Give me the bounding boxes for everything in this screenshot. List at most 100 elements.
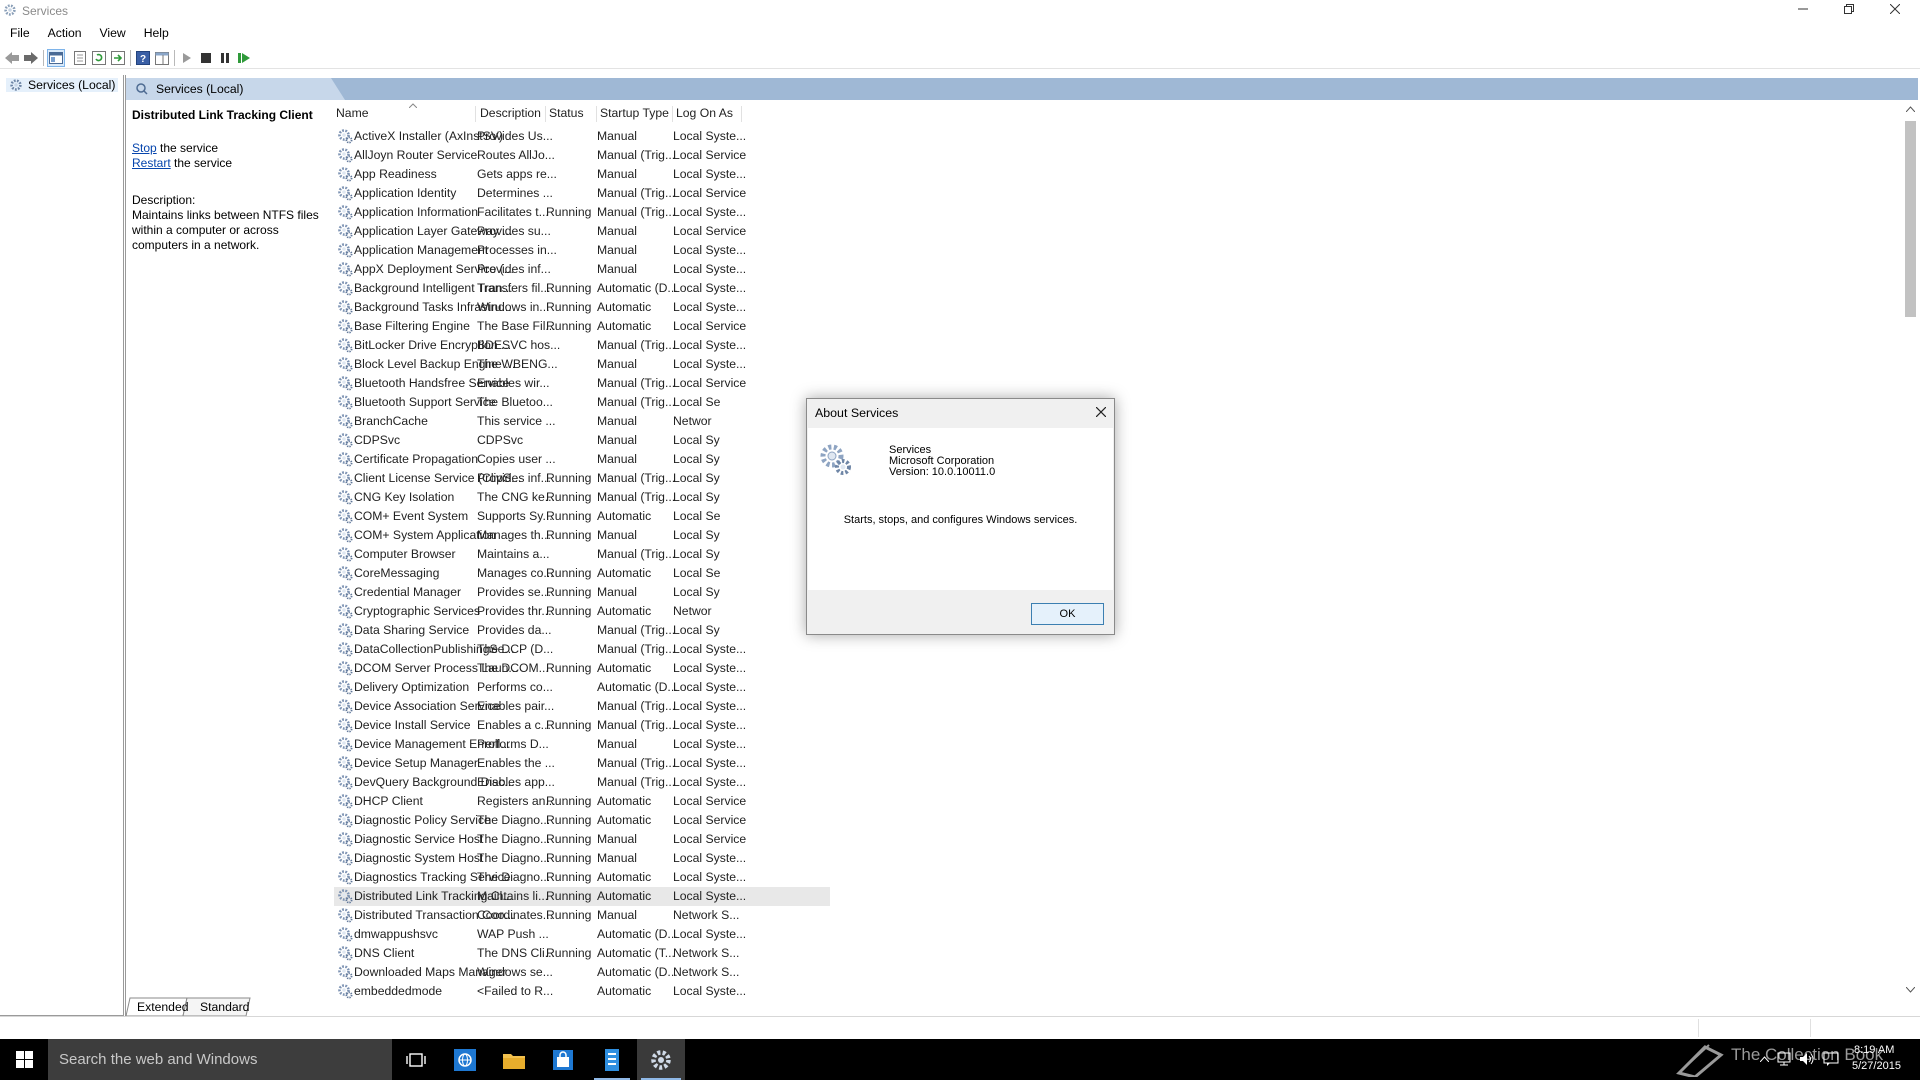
close-button[interactable] bbox=[1872, 0, 1918, 18]
cell-desc: Provides se... bbox=[477, 585, 551, 599]
action-center-icon[interactable] bbox=[1823, 1052, 1839, 1066]
table-row[interactable]: AllJoyn Router Service Routes AllJo... Man… bbox=[333, 146, 1893, 165]
ok-button[interactable]: OK bbox=[1031, 603, 1104, 625]
service-gear-icon bbox=[338, 528, 353, 543]
table-row[interactable]: Application Management Processes in... Man… bbox=[333, 241, 1893, 260]
table-row[interactable]: Distributed Transaction Coo... Coordinate… bbox=[333, 906, 1893, 925]
properties-button[interactable] bbox=[71, 49, 89, 67]
table-row[interactable]: Application Information Facilitates t... R… bbox=[333, 203, 1893, 222]
forward-button[interactable] bbox=[22, 49, 40, 67]
vertical-scrollbar[interactable] bbox=[1902, 103, 1919, 998]
cell-logon: Local Service bbox=[673, 224, 747, 238]
show-action-pane-button[interactable] bbox=[153, 49, 171, 67]
column-header-row: Name Description Status Startup Type Log… bbox=[333, 103, 1893, 125]
column-divider[interactable] bbox=[475, 106, 476, 122]
table-row[interactable]: Delivery Optimization Performs co... Autom… bbox=[333, 678, 1893, 697]
table-row-selected[interactable]: Distributed Link Tracking Cl... Maintains… bbox=[333, 887, 1893, 906]
dialog-close-button[interactable] bbox=[1092, 403, 1110, 421]
column-divider[interactable] bbox=[741, 106, 742, 122]
table-row[interactable]: DCOM Server Process Laun... The DCOM... Ru… bbox=[333, 659, 1893, 678]
column-header-description[interactable]: Description bbox=[477, 106, 541, 120]
table-row[interactable]: dmwappushsvc WAP Push ... Automatic (D... L… bbox=[333, 925, 1893, 944]
table-row[interactable]: Application Identity Determines ... Manual… bbox=[333, 184, 1893, 203]
tab-standard[interactable]: Standard bbox=[200, 1000, 249, 1014]
table-row[interactable]: Device Setup Manager Enables the ... Manua… bbox=[333, 754, 1893, 773]
cell-name: Diagnostic Policy Service bbox=[354, 813, 491, 827]
column-header-startup-type[interactable]: Startup Type bbox=[597, 106, 669, 120]
cell-startup: Manual (Trig... bbox=[597, 490, 676, 504]
start-button[interactable] bbox=[0, 1039, 48, 1080]
cell-startup: Manual (Trig... bbox=[597, 471, 676, 485]
network-icon[interactable] bbox=[1777, 1052, 1791, 1066]
tree-item-services-local[interactable]: Services (Local) bbox=[6, 78, 119, 92]
table-row[interactable]: Device Association Service Enables pair..… bbox=[333, 697, 1893, 716]
show-hidden-icons-icon[interactable] bbox=[1760, 1056, 1769, 1062]
title-bar[interactable]: Services bbox=[0, 0, 1920, 22]
stop-service-button[interactable] bbox=[197, 49, 215, 67]
table-row[interactable]: Diagnostic Service Host The Diagno... Runn… bbox=[333, 830, 1893, 849]
back-button[interactable] bbox=[3, 49, 21, 67]
cell-logon: Local Service bbox=[673, 813, 747, 827]
menu-file[interactable]: File bbox=[0, 25, 38, 43]
clock-date[interactable]: 5/27/2015 bbox=[1852, 1060, 1901, 1072]
scroll-up-icon[interactable] bbox=[1906, 106, 1915, 112]
scroll-down-icon[interactable] bbox=[1906, 987, 1915, 993]
table-row[interactable]: Device Install Service Enables a c... Runn… bbox=[333, 716, 1893, 735]
stop-service-link[interactable]: Stop bbox=[132, 141, 157, 155]
table-row[interactable]: Application Layer Gateway ... Provides su… bbox=[333, 222, 1893, 241]
table-row[interactable]: AppX Deployment Service (... Provides inf… bbox=[333, 260, 1893, 279]
restart-service-link[interactable]: Restart bbox=[132, 156, 171, 170]
taskbar-search-box[interactable]: Search the web and Windows bbox=[48, 1039, 392, 1080]
table-row[interactable]: Diagnostic Policy Service The Diagno... Ru… bbox=[333, 811, 1893, 830]
menu-help[interactable]: Help bbox=[134, 25, 177, 43]
scrollbar-thumb[interactable] bbox=[1905, 121, 1916, 317]
cell-startup: Automatic (T... bbox=[597, 946, 675, 960]
pause-service-button[interactable] bbox=[216, 49, 234, 67]
menu-view[interactable]: View bbox=[90, 25, 134, 43]
properties-icon bbox=[74, 51, 86, 65]
cell-status: Running bbox=[546, 566, 592, 580]
services-taskbar-button[interactable] bbox=[637, 1039, 685, 1080]
file-explorer-taskbar-button[interactable] bbox=[490, 1039, 538, 1080]
table-row[interactable]: Block Level Backup Engine ... The WBENG..… bbox=[333, 355, 1893, 374]
cell-status: Running bbox=[546, 661, 592, 675]
tab-extended[interactable]: Extended bbox=[137, 1000, 189, 1014]
table-row[interactable]: DataCollectionPublishingSe... The DCP (D.… bbox=[333, 640, 1893, 659]
table-row[interactable]: DevQuery Background Disc... Enables app..… bbox=[333, 773, 1893, 792]
column-header-name[interactable]: Name bbox=[333, 106, 369, 120]
cell-name: Data Sharing Service bbox=[354, 623, 470, 637]
table-row[interactable]: Base Filtering Engine The Base Fil... Runn… bbox=[333, 317, 1893, 336]
store-taskbar-button[interactable] bbox=[539, 1039, 587, 1080]
minimize-button[interactable] bbox=[1780, 0, 1826, 18]
table-row[interactable]: Background Intelligent Tran... Transfers … bbox=[333, 279, 1893, 298]
table-row[interactable]: ActiveX Installer (AxInstSV) Provides Us.… bbox=[333, 127, 1893, 146]
restore-button[interactable] bbox=[1826, 0, 1872, 18]
column-header-status[interactable]: Status bbox=[546, 106, 584, 120]
refresh-button[interactable] bbox=[90, 49, 108, 67]
table-row[interactable]: App Readiness Gets apps re... Manual Local … bbox=[333, 165, 1893, 184]
table-row[interactable]: Diagnostic System Host The Diagno... Runni… bbox=[333, 849, 1893, 868]
table-row[interactable]: Diagnostics Tracking Service The Diagno..… bbox=[333, 868, 1893, 887]
show-hide-console-tree-button[interactable] bbox=[47, 49, 65, 67]
task-view-button[interactable] bbox=[392, 1039, 440, 1080]
table-row[interactable]: DHCP Client Registers an... Running Automat… bbox=[333, 792, 1893, 811]
table-row[interactable]: Downloaded Maps Manager Windows se... Auto… bbox=[333, 963, 1893, 982]
clock-time[interactable]: 8:19 AM bbox=[1854, 1044, 1894, 1056]
table-row[interactable]: Device Management Enroll... Performs D...… bbox=[333, 735, 1893, 754]
menu-action[interactable]: Action bbox=[38, 25, 90, 43]
cell-startup: Automatic bbox=[597, 661, 652, 675]
table-row[interactable]: Bluetooth Handsfree Service Enables wir..… bbox=[333, 374, 1893, 393]
table-row[interactable]: BitLocker Drive Encryption ... BDESVC hos… bbox=[333, 336, 1893, 355]
help-button[interactable]: ? bbox=[134, 49, 152, 67]
volume-icon[interactable] bbox=[1799, 1052, 1815, 1066]
export-list-button[interactable] bbox=[109, 49, 127, 67]
table-row[interactable]: Background Tasks Infrastru... Windows in.… bbox=[333, 298, 1893, 317]
table-row[interactable]: DNS Client The DNS Cli... Running Automatic… bbox=[333, 944, 1893, 963]
browser-taskbar-button[interactable] bbox=[441, 1039, 489, 1080]
document-app-taskbar-button[interactable] bbox=[588, 1039, 636, 1080]
cell-status: Running bbox=[546, 490, 592, 504]
restart-service-button[interactable] bbox=[235, 49, 253, 67]
start-service-button[interactable] bbox=[178, 49, 196, 67]
cell-name: COM+ Event System bbox=[354, 509, 469, 523]
column-header-log-on-as[interactable]: Log On As bbox=[673, 106, 733, 120]
